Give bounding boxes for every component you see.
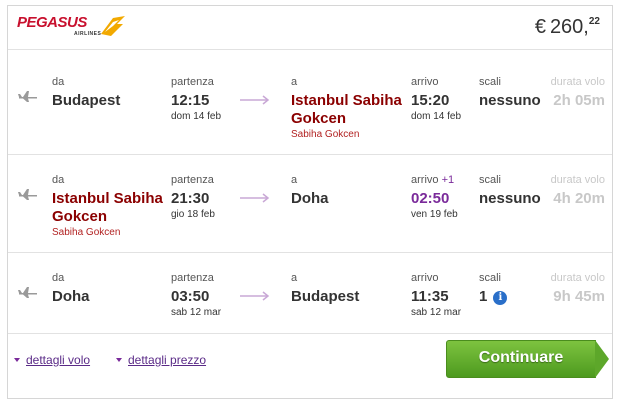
arrival-time: 11:35	[411, 288, 449, 305]
destination-city: Budapest	[291, 288, 360, 305]
next-day-indicator: +1	[441, 174, 455, 186]
caret-down-icon	[116, 358, 122, 362]
departure-time: 21:30	[171, 190, 210, 207]
arrival-date: ven 19 feb	[411, 209, 458, 220]
flight-details-link[interactable]: dettagli volo	[14, 353, 90, 367]
destination-city: Doha	[291, 190, 329, 207]
departure-label: partenza	[171, 76, 214, 88]
departure-date: dom 14 feb	[171, 111, 222, 122]
stops-value: nessuno	[479, 190, 541, 207]
to-label: a	[291, 174, 298, 186]
price-details-link[interactable]: dettagli prezzo	[116, 353, 206, 367]
origin-city-line1: Istanbul Sabiha	[52, 190, 163, 207]
continue-button-arrow[interactable]	[595, 340, 609, 378]
departure-time: 03:50	[171, 288, 210, 305]
right-arrow-icon	[240, 193, 270, 203]
flight-details-label: dettagli volo	[26, 353, 91, 367]
arrival-date: dom 14 feb	[411, 111, 462, 122]
flight-leg-1[interactable]: da Budapest partenza 12:15 dom 14 feb a …	[8, 58, 612, 155]
duration-label: durata volo	[550, 272, 605, 284]
right-arrow-icon	[240, 291, 270, 301]
airline-logo-text: PEGASUS	[17, 14, 87, 31]
continue-button[interactable]: Continuare	[446, 340, 610, 378]
origin-city-line2: Gokcen	[52, 208, 108, 225]
arrival-date: sab 12 mar	[411, 307, 462, 318]
arrival-label: arrivo	[411, 174, 439, 186]
from-label: da	[52, 174, 65, 186]
arrival-time: 15:20	[411, 92, 450, 109]
destination-airport: Sabiha Gokcen	[291, 129, 360, 140]
arrival-label: arrivo	[411, 76, 439, 88]
plane-icon	[18, 91, 37, 102]
airline-logo: PEGASUS AIRLINES	[17, 14, 127, 46]
arrival-label: arrivo	[411, 272, 439, 284]
card-header: PEGASUS AIRLINES €260,22	[8, 6, 612, 50]
price-currency: €	[534, 16, 546, 38]
price-main: 260,	[549, 16, 589, 38]
from-label: da	[52, 272, 65, 284]
stops-label: scali	[479, 76, 502, 88]
from-label: da	[52, 76, 65, 88]
departure-date: gio 18 feb	[171, 209, 215, 220]
origin-city: Doha	[52, 288, 90, 305]
flight-leg-3[interactable]: da Doha partenza 03:50 sab 12 mar a Buda…	[8, 254, 612, 334]
origin-city: Budapest	[52, 92, 121, 109]
continue-button-label[interactable]: Continuare	[446, 340, 596, 378]
destination-city-line2: Gokcen	[291, 110, 347, 127]
flight-duration: 2h 05m	[553, 92, 605, 109]
info-icon[interactable]: i	[493, 291, 508, 305]
origin-airport: Sabiha Gokcen	[52, 227, 121, 238]
arrival-time: 02:50	[411, 190, 450, 207]
flight-result-card: PEGASUS AIRLINES €260,22 da Budapest par…	[7, 5, 613, 399]
flight-leg-2[interactable]: da Istanbul Sabiha Gokcen Sabiha Gokcen …	[8, 156, 612, 253]
price-details-label: dettagli prezzo	[128, 353, 207, 367]
price-cents: 22	[588, 16, 600, 27]
stops-label: scali	[479, 174, 502, 186]
departure-label: partenza	[171, 174, 214, 186]
flight-duration: 9h 45m	[553, 288, 605, 305]
stops-label: scali	[479, 272, 502, 284]
duration-label: durata volo	[550, 76, 605, 88]
departure-label: partenza	[171, 272, 214, 284]
caret-down-icon	[14, 358, 20, 362]
total-price: €260,22	[535, 16, 600, 39]
duration-label: durata volo	[550, 174, 605, 186]
departure-time: 12:15	[171, 92, 210, 109]
plane-icon	[18, 287, 37, 298]
right-arrow-icon	[240, 95, 270, 105]
to-label: a	[291, 272, 298, 284]
departure-date: sab 12 mar	[171, 307, 222, 318]
destination-city-line1: Istanbul Sabiha	[291, 92, 402, 109]
pegasus-wing-icon	[101, 16, 125, 36]
airline-logo-sub: AIRLINES	[74, 31, 102, 37]
plane-icon	[18, 189, 37, 200]
flight-duration: 4h 20m	[553, 190, 605, 207]
stops-value: 1	[479, 288, 488, 305]
stops-value: nessuno	[479, 92, 541, 109]
to-label: a	[291, 76, 298, 88]
